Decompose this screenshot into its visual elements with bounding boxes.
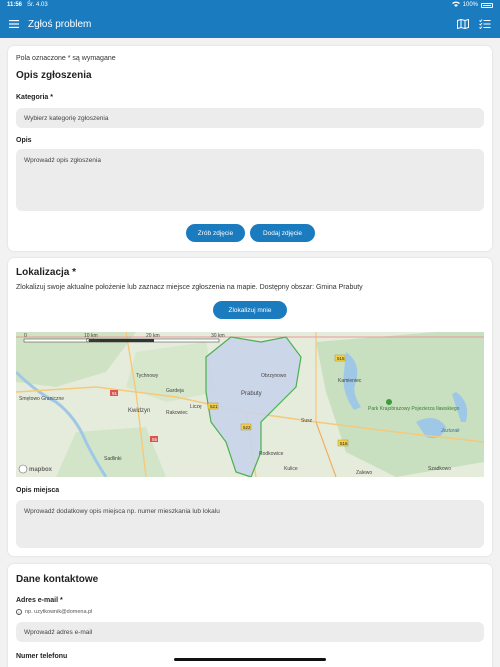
- location-map[interactable]: 0 10 km 20 km 30 km Gniew Tychnowy Kwidz…: [16, 332, 484, 477]
- wifi-icon: [451, 1, 460, 9]
- email-hint-text: np. uzytkownik@domena.pl: [25, 609, 93, 615]
- page-title: Zgłoś problem: [28, 18, 92, 30]
- svg-text:mapbox: mapbox: [29, 467, 53, 473]
- category-select[interactable]: Wybierz kategorię zgłoszenia: [16, 108, 484, 128]
- info-icon: i: [16, 609, 22, 615]
- place-label: Zalewo: [356, 470, 372, 476]
- contact-card: Dane kontaktowe Adres e-mail * i np. uzy…: [8, 564, 492, 667]
- required-hint: Pola oznaczone * są wymagane: [16, 55, 116, 62]
- map-icon[interactable]: [456, 17, 470, 31]
- contact-heading: Dane kontaktowe: [16, 574, 99, 585]
- status-bar: 11:56 Śr. 4.03 100%: [0, 0, 500, 10]
- scale-label-20: 20 km: [146, 333, 160, 339]
- svg-text:91: 91: [112, 391, 118, 396]
- place-label: Szadkowo: [428, 466, 451, 472]
- place-label: Kamieniec: [338, 378, 362, 384]
- place-description-label: Opis miejsca: [16, 487, 60, 494]
- place-label: Kwidzyn: [128, 408, 150, 414]
- scale-label-0: 0: [24, 333, 27, 339]
- road-shield: 515: [334, 354, 346, 362]
- home-indicator: [174, 658, 326, 661]
- location-heading: Lokalizacja *: [16, 267, 77, 278]
- place-label: Gardeja: [166, 388, 184, 394]
- svg-text:516: 516: [340, 441, 348, 446]
- email-hint: i np. uzytkownik@domena.pl: [16, 609, 92, 615]
- battery-icon: [481, 2, 493, 8]
- status-date: Śr. 4.03: [27, 2, 48, 8]
- phone-label: Numer telefonu: [16, 653, 68, 660]
- add-photo-button[interactable]: Dodaj zdjęcie: [250, 224, 315, 242]
- checklist-icon[interactable]: [478, 17, 492, 31]
- location-description: Zlokalizuj swoje aktualne położenie lub …: [16, 284, 363, 291]
- battery-percent: 100%: [462, 2, 478, 8]
- menu-icon[interactable]: [8, 18, 20, 30]
- place-label: Prabuty: [241, 391, 262, 397]
- status-time: 11:56: [7, 2, 23, 8]
- svg-text:521: 521: [210, 404, 218, 409]
- app-bar: Zgłoś problem: [0, 10, 500, 38]
- place-label: Smętowo Graniczne: [19, 396, 64, 402]
- take-photo-button[interactable]: Zrób zdjęcie: [186, 224, 245, 242]
- svg-text:55: 55: [152, 437, 158, 442]
- email-label: Adres e-mail *: [16, 597, 63, 604]
- report-card: Pola oznaczone * są wymagane Opis zgłosz…: [8, 46, 492, 251]
- road-shield: 516: [337, 439, 349, 447]
- locate-me-button[interactable]: Zlokalizuj mnie: [213, 301, 287, 319]
- place-description-input[interactable]: Wprowadź dodatkowy opis miejsca np. nume…: [16, 500, 484, 548]
- road-shield: 91: [110, 390, 118, 396]
- road-shield: 55: [150, 436, 158, 442]
- map-canvas[interactable]: 0 10 km 20 km 30 km Gniew Tychnowy Kwidz…: [16, 332, 484, 477]
- category-label: Kategoria *: [16, 94, 53, 101]
- place-label: Liczę: [190, 404, 202, 410]
- place-label: Sadlinki: [104, 456, 122, 462]
- description-label: Opis: [16, 137, 32, 144]
- place-label: Obrzynowo: [261, 373, 287, 379]
- svg-text:522: 522: [243, 425, 251, 430]
- email-field[interactable]: Wprowadź adres e-mail: [16, 622, 484, 642]
- road-shield: 522: [240, 423, 252, 431]
- place-label: Susz: [301, 418, 313, 424]
- place-label: Kulice: [284, 466, 298, 472]
- description-input[interactable]: Wprowadź opis zgłoszenia: [16, 149, 484, 211]
- status-right: 100%: [451, 1, 493, 9]
- location-card: Lokalizacja * Zlokalizuj swoje aktualne …: [8, 258, 492, 556]
- place-label: Park Krajobrazowy Pojezierza Iławskiego: [368, 406, 460, 412]
- place-label: Gniew: [86, 338, 101, 344]
- place-label: Tychnowy: [136, 373, 159, 379]
- svg-text:515: 515: [337, 356, 345, 361]
- app-bar-actions: [456, 17, 492, 31]
- place-label: Jeziorak: [440, 428, 460, 434]
- place-label: Rodkowice: [259, 451, 284, 457]
- scale-label-30: 30 km: [211, 333, 225, 339]
- report-heading: Opis zgłoszenia: [16, 70, 92, 81]
- park-marker-icon: [386, 399, 392, 405]
- mapbox-logo: mapbox: [18, 464, 53, 474]
- road-shield: 521: [207, 402, 219, 410]
- place-label: Rakowiec: [166, 410, 188, 416]
